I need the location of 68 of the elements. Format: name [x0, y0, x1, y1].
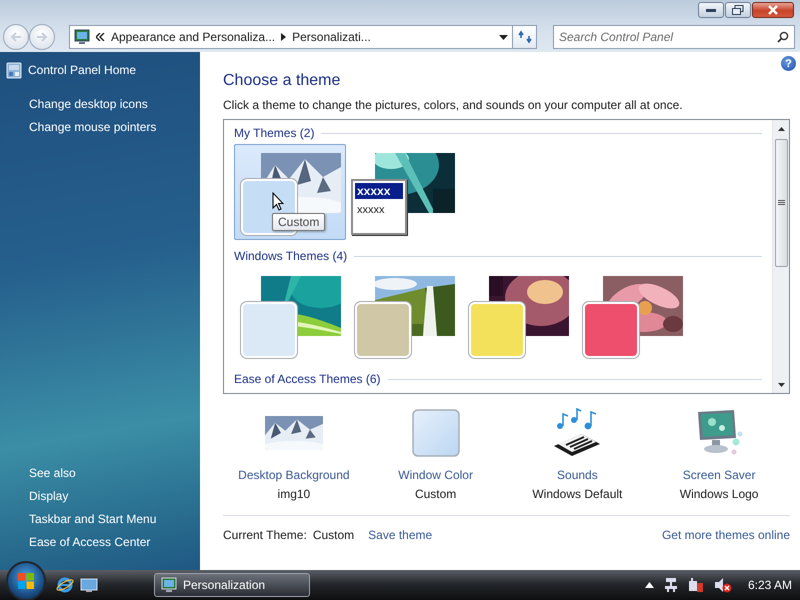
breadcrumb[interactable]: Appearance and Personaliza... — [111, 30, 276, 44]
back-arrow-icon — [10, 32, 22, 42]
close-button[interactable] — [752, 2, 794, 18]
clock[interactable]: 6:23 AM — [748, 578, 792, 592]
address-bar[interactable]: Appearance and Personaliza... Personalizati... — [69, 25, 513, 49]
minimize-button[interactable] — [698, 2, 724, 18]
setting-link[interactable]: Desktop Background — [238, 466, 350, 484]
refresh-icon — [518, 30, 532, 44]
minimize-icon — [706, 8, 716, 12]
monitor-icon — [161, 577, 177, 593]
start-button[interactable] — [6, 561, 46, 600]
setting-link[interactable]: Window Color — [398, 466, 473, 484]
browser-icon[interactable] — [56, 576, 74, 594]
setting-value: Windows Logo — [680, 486, 758, 503]
value: Custom — [312, 528, 354, 542]
scrollbar[interactable] — [772, 120, 789, 393]
setting-value: Windows Default — [532, 486, 622, 503]
restore-button[interactable] — [725, 2, 751, 18]
sidebar-link[interactable]: Display — [0, 485, 200, 508]
page-title: Choose a theme — [223, 72, 342, 90]
sidebar-link[interactable]: Control Panel Home — [28, 60, 136, 80]
control-panel-icon — [6, 62, 22, 78]
scroll-thumb[interactable] — [774, 139, 788, 267]
muted-speaker-icon[interactable] — [714, 577, 732, 593]
windows-logo-icon — [17, 572, 35, 590]
help-button[interactable]: ? — [781, 56, 796, 71]
chevrons-icon — [96, 33, 105, 41]
sample-text: xxxxx — [356, 203, 386, 218]
search-field[interactable]: Search Control Panel — [553, 25, 795, 49]
sidebar-link[interactable]: Taskbar and Start Menu — [0, 508, 200, 531]
description: Click a theme to change the pictures, colors, and sounds on your computer all at once. — [223, 98, 684, 112]
dropdown-caret-icon[interactable] — [499, 34, 508, 40]
restore-icon — [732, 5, 744, 15]
network-icon[interactable] — [664, 577, 678, 593]
setting-link[interactable]: Sounds — [557, 466, 598, 484]
save-theme-link[interactable]: Save theme — [368, 528, 432, 542]
taskbar-button[interactable]: Personalization — [154, 573, 310, 597]
up-arrow-icon[interactable] — [644, 582, 654, 588]
sidebar-link[interactable]: Change desktop icons — [0, 93, 200, 116]
music-keyboard-icon[interactable] — [552, 408, 602, 458]
search-icon[interactable] — [777, 31, 789, 43]
forward-arrow-icon — [36, 32, 48, 42]
monitor-icon — [74, 29, 90, 45]
scroll-up-icon[interactable] — [778, 126, 784, 130]
sidebar-link[interactable]: Change mouse pointers — [0, 116, 200, 139]
refresh-button[interactable] — [513, 25, 537, 49]
more-themes-link[interactable]: Get more themes online — [662, 528, 790, 542]
swatch-icon[interactable] — [412, 409, 460, 457]
mouse-pointer-icon — [272, 192, 284, 211]
breadcrumb[interactable]: Personalizati... — [292, 30, 371, 44]
setting-value: img10 — [278, 486, 310, 503]
label: Current Theme: — [223, 528, 307, 542]
desktop-icon[interactable] — [80, 577, 98, 593]
setting-value: Custom — [414, 486, 456, 503]
group-heading: Ease of Access Themes (6) — [234, 372, 381, 386]
theme-tile[interactable]: xxxxx xxxxx — [348, 144, 460, 240]
theme-tile[interactable]: Custom — [234, 144, 346, 240]
group-heading: Windows Themes (4) — [234, 249, 348, 263]
scroll-down-icon[interactable] — [778, 382, 784, 386]
sidebar-link[interactable]: Ease of Access Center — [0, 531, 200, 554]
group-heading: My Themes (2) — [234, 126, 314, 140]
breadcrumb-arrow-icon[interactable] — [281, 33, 286, 41]
section-heading: See also — [28, 465, 77, 482]
sample-text: xxxxx — [355, 183, 403, 199]
close-icon — [767, 5, 779, 15]
tooltip: Custom — [272, 213, 326, 231]
setting-link[interactable]: Screen Saver — [682, 466, 756, 484]
power-plug-icon[interactable] — [688, 577, 704, 593]
